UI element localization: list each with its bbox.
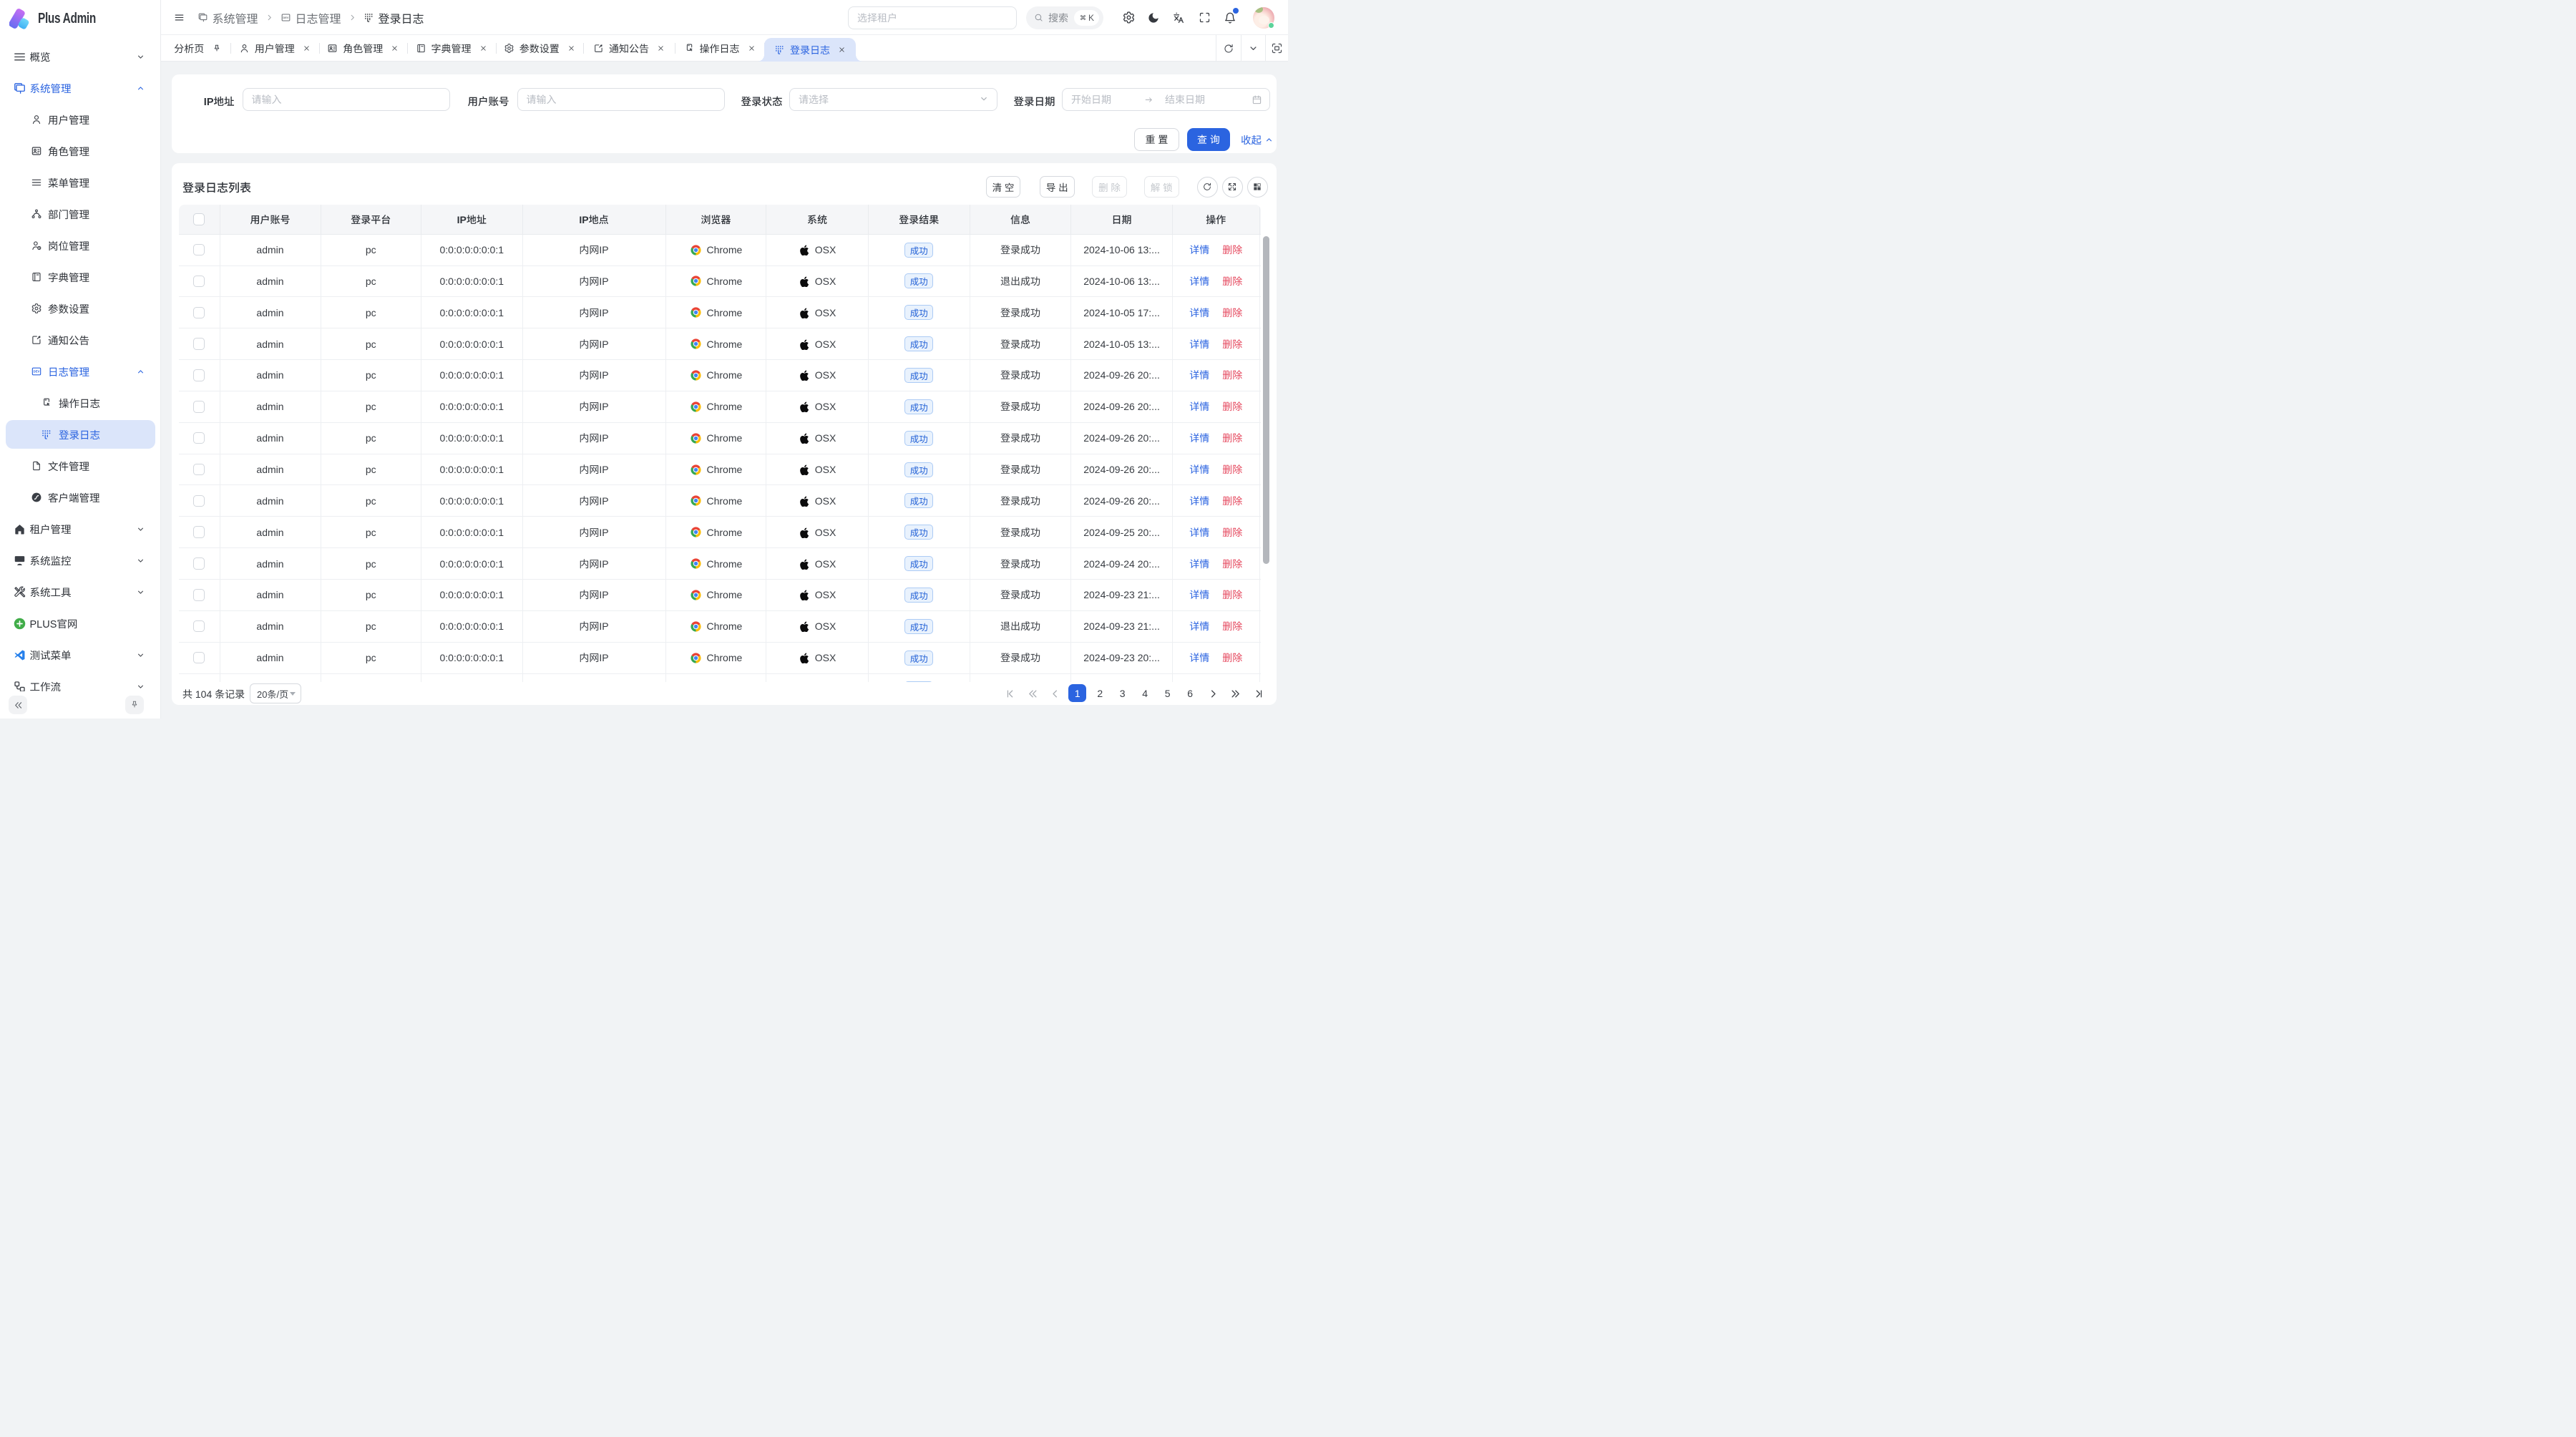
svg-text:DEV: DEV bbox=[283, 16, 289, 19]
svg-text:DEV: DEV bbox=[34, 370, 40, 374]
